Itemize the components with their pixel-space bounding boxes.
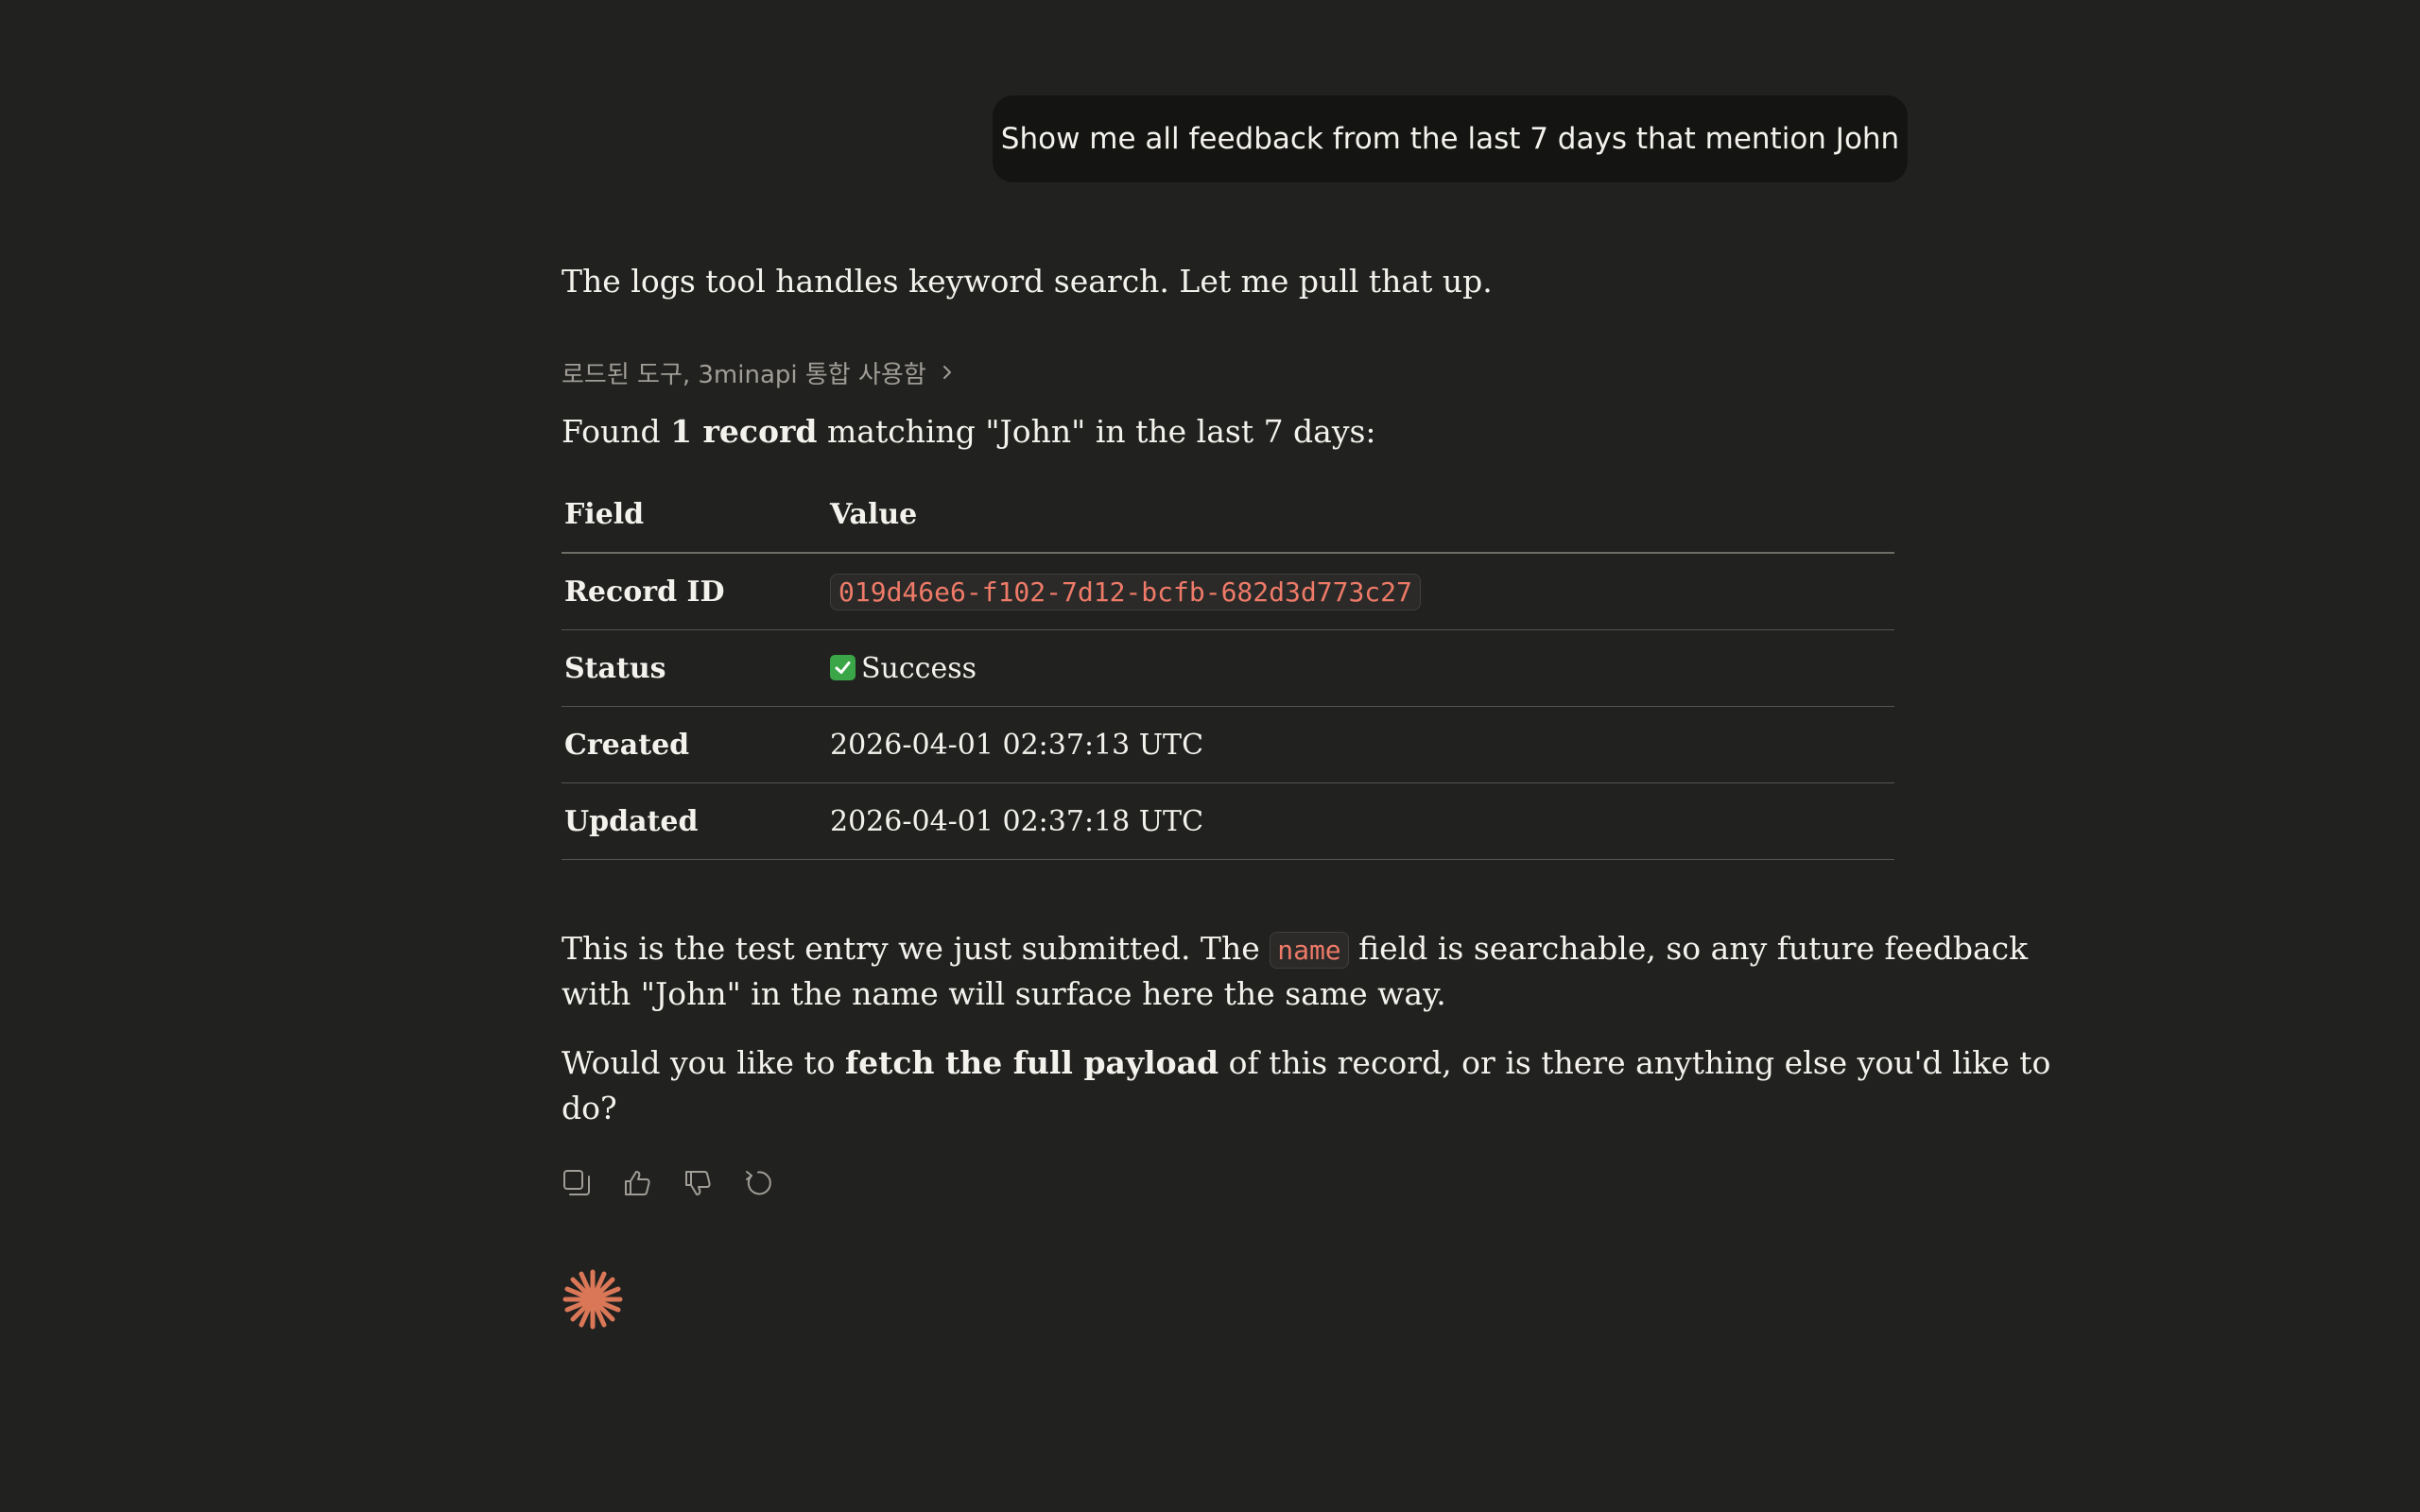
assistant-intro: The logs tool handles keyword search. Le… xyxy=(562,263,1493,300)
found-count: 1 record xyxy=(670,413,818,450)
assistant-spark-icon xyxy=(562,1269,623,1330)
table-header-row: Field Value xyxy=(562,477,1894,554)
found-suffix: matching "John" in the last 7 days: xyxy=(817,413,1376,450)
check-icon xyxy=(830,654,856,680)
column-header-value: Value xyxy=(827,477,1894,554)
tool-usage-summary[interactable]: 로드된 도구, 3minapi 통합 사용함 xyxy=(562,352,955,392)
status-text: Success xyxy=(861,651,977,685)
user-message-text: Show me all feedback from the last 7 day… xyxy=(1000,122,1900,156)
field-status: Status xyxy=(562,629,827,707)
thumbs-up-icon xyxy=(625,1171,650,1195)
paragraph-searchable-line2: with "John" in the name will surface her… xyxy=(562,975,1446,1012)
user-message-bubble: Show me all feedback from the last 7 day… xyxy=(993,95,1908,182)
value-record-id: 019d46e6-f102-7d12-bcfb-682d3d773c27 xyxy=(827,553,1894,630)
thumbs-down-icon xyxy=(685,1171,711,1195)
thumbs-down-button[interactable] xyxy=(683,1166,713,1200)
retry-icon xyxy=(746,1171,771,1195)
message-actions xyxy=(562,1166,773,1200)
para2-bold: fetch the full payload xyxy=(844,1044,1219,1081)
value-created: 2026-04-01 02:37:13 UTC xyxy=(827,706,1894,783)
found-prefix: Found xyxy=(562,413,671,450)
field-record-id: Record ID xyxy=(562,553,827,630)
retry-button[interactable] xyxy=(743,1166,773,1200)
chevron-right-icon xyxy=(942,366,951,379)
para2-text-b: of this record, or is there anything els… xyxy=(1219,1044,2051,1081)
table-row: Created 2026-04-01 02:37:13 UTC xyxy=(562,706,1894,783)
para1-text-a: This is the test entry we just submitted… xyxy=(562,930,1270,967)
para1-text-b: field is searchable, so any future feedb… xyxy=(1348,930,2029,967)
record-id-code: 019d46e6-f102-7d12-bcfb-682d3d773c27 xyxy=(830,573,1421,610)
field-updated: Updated xyxy=(562,782,827,860)
tool-usage-label: 로드된 도구, 3minapi 통합 사용함 xyxy=(562,360,926,389)
value-updated: 2026-04-01 02:37:18 UTC xyxy=(827,782,1894,860)
para2-text-a: Would you like to xyxy=(562,1044,845,1081)
table-row: Status Success xyxy=(562,629,1894,707)
record-table: Field Value Record ID 019d46e6-f102-7d12… xyxy=(562,477,1894,860)
paragraph-question-line2: do? xyxy=(562,1090,617,1126)
table-row: Updated 2026-04-01 02:37:18 UTC xyxy=(562,782,1894,860)
copy-icon xyxy=(563,1170,590,1195)
copy-button[interactable] xyxy=(562,1166,592,1200)
name-field-code: name xyxy=(1270,932,1349,969)
value-status: Success xyxy=(827,629,1894,707)
paragraph-searchable-line1: This is the test entry we just submitted… xyxy=(562,926,2028,973)
field-created: Created xyxy=(562,706,827,783)
table-row: Record ID 019d46e6-f102-7d12-bcfb-682d3d… xyxy=(562,553,1894,630)
found-summary: Found 1 record matching "John" in the la… xyxy=(562,409,1376,455)
column-header-field: Field xyxy=(562,477,827,554)
paragraph-question-line1: Would you like to fetch the full payload… xyxy=(562,1040,2050,1086)
thumbs-up-button[interactable] xyxy=(622,1166,652,1200)
